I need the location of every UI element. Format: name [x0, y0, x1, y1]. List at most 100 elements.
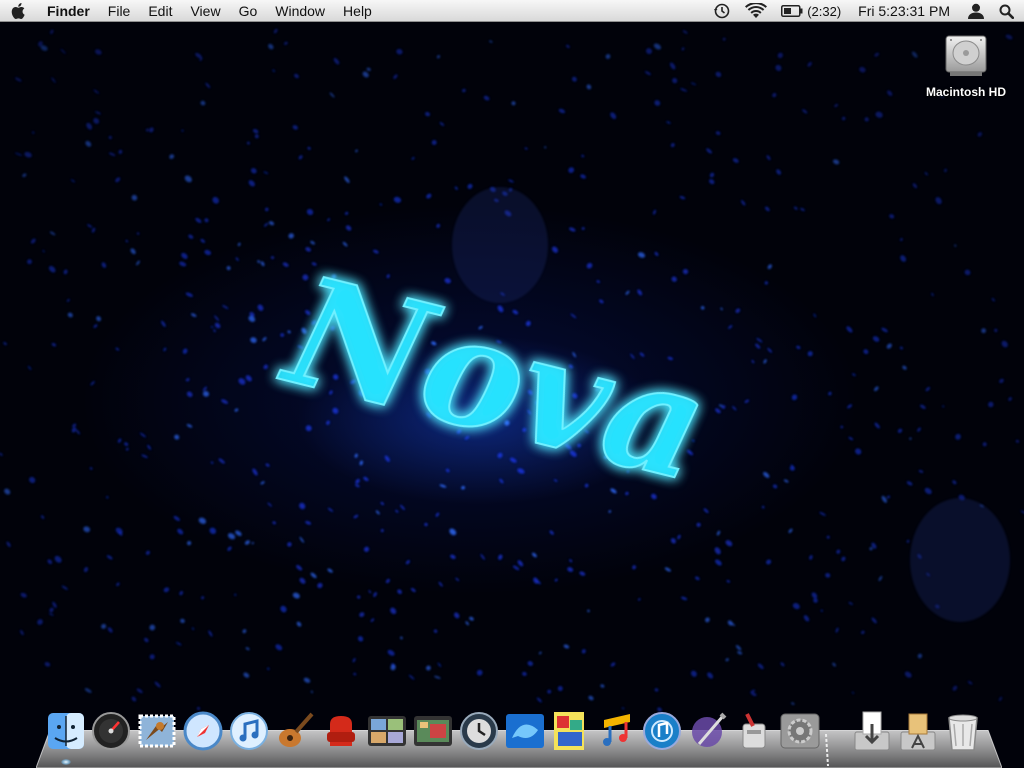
- dock-item-garageband[interactable]: [274, 710, 316, 752]
- rain-drop: [270, 256, 275, 260]
- rain-drop: [904, 671, 912, 678]
- rain-drop: [722, 37, 726, 41]
- rain-drop: [772, 484, 778, 489]
- clock[interactable]: Fri 5:23:31 PM: [848, 0, 960, 22]
- rain-drop: [303, 677, 311, 683]
- rain-drop: [29, 476, 36, 484]
- rain-drop: [186, 391, 193, 398]
- rain-drop: [400, 504, 405, 511]
- rain-drop: [954, 244, 957, 247]
- dock-item-photo-booth[interactable]: [412, 710, 454, 752]
- dock-item-screen-saver[interactable]: [504, 710, 546, 752]
- rain-drop: [735, 645, 742, 651]
- dock-item-script-editor[interactable]: [687, 710, 729, 752]
- time-machine-menu[interactable]: [706, 0, 738, 22]
- rain-drop: [362, 71, 369, 78]
- rain-drop: [131, 194, 138, 201]
- rain-drop: [605, 54, 611, 59]
- rain-drop: [6, 541, 11, 548]
- desktop[interactable]: Nova Finder File Edit View Go Window Hel…: [0, 0, 1024, 768]
- rain-drop: [461, 485, 465, 490]
- dock-item-applications[interactable]: [897, 710, 939, 752]
- dock-item-music-notes[interactable]: [596, 710, 638, 752]
- rain-drop: [355, 484, 360, 488]
- photo-booth-icon: [414, 716, 452, 746]
- dock-item-safari[interactable]: [182, 710, 224, 752]
- rain-drop: [180, 618, 185, 624]
- rain-drop: [847, 404, 853, 409]
- rain-drop: [919, 404, 926, 410]
- rain-drop: [967, 680, 973, 685]
- rain-drop: [435, 512, 440, 517]
- menu-go[interactable]: Go: [230, 0, 267, 22]
- rain-drop: [756, 337, 763, 343]
- dock-item-finder[interactable]: [45, 710, 87, 752]
- rain-drop: [125, 447, 129, 451]
- rain-drop: [130, 248, 136, 255]
- rain-drop: [22, 173, 27, 178]
- rain-drop: [352, 658, 356, 663]
- dock-item-time-machine[interactable]: [458, 710, 500, 752]
- rain-drop: [438, 581, 443, 587]
- rain-drop: [654, 688, 659, 692]
- apple-menu[interactable]: [0, 0, 38, 22]
- rain-drop: [63, 269, 68, 275]
- rain-drop: [527, 661, 533, 666]
- rain-drop: [245, 647, 250, 651]
- rain-drop: [836, 549, 841, 554]
- spotlight-button[interactable]: [992, 0, 1024, 22]
- rain-drop: [715, 408, 721, 414]
- wifi-menu[interactable]: [738, 0, 774, 22]
- rain-drop: [999, 378, 1004, 384]
- rain-drop: [424, 111, 431, 117]
- menu-help[interactable]: Help: [334, 0, 381, 22]
- dock-item-system-preferences[interactable]: [779, 710, 821, 752]
- menu-file[interactable]: File: [99, 0, 140, 22]
- rain-drop: [637, 252, 646, 258]
- rain-drop: [272, 521, 276, 525]
- dock-item-audio-player[interactable]: [641, 710, 683, 752]
- rain-drop: [218, 458, 225, 464]
- desktop-icon-macintosh-hd[interactable]: Macintosh HD: [918, 32, 1014, 99]
- rain-drop: [489, 40, 493, 43]
- rain-drop: [871, 617, 877, 624]
- rain-drop: [917, 427, 921, 432]
- rain-drop: [512, 565, 520, 571]
- menu-window[interactable]: Window: [266, 0, 334, 22]
- rain-drop: [803, 615, 810, 622]
- battery-menu[interactable]: (2:32): [774, 0, 848, 22]
- rain-drop: [342, 241, 348, 247]
- rain-drop: [450, 554, 456, 559]
- dock-item-automator[interactable]: [733, 710, 775, 752]
- rain-drop: [115, 177, 121, 183]
- rain-drop: [793, 206, 798, 210]
- rain-drop: [906, 481, 913, 486]
- fast-user-switch-menu[interactable]: [960, 0, 992, 22]
- rain-drop: [899, 346, 903, 350]
- rain-drop: [744, 399, 750, 403]
- rain-drop: [179, 261, 187, 267]
- rain-drop: [250, 337, 257, 343]
- rain-drop: [48, 613, 54, 616]
- rain-drop: [763, 471, 770, 478]
- dock-item-downloads[interactable]: [851, 710, 893, 752]
- rain-drop: [202, 386, 207, 392]
- dock-item-itunes[interactable]: [228, 710, 270, 752]
- rain-drop: [498, 554, 503, 560]
- dock-item-photo-collage[interactable]: [550, 710, 592, 752]
- dock-item-dashboard[interactable]: [90, 710, 132, 752]
- rain-drop: [872, 336, 880, 342]
- dock-item-trash[interactable]: [942, 710, 984, 752]
- dock-item-mail[interactable]: [136, 710, 178, 752]
- rain-drop: [707, 672, 714, 679]
- rain-drop: [177, 528, 184, 535]
- rain-drop: [87, 224, 93, 228]
- rain-drop: [757, 663, 764, 670]
- downloads-stack-icon: [854, 711, 890, 751]
- menu-view[interactable]: View: [181, 0, 229, 22]
- dock-item-spaces[interactable]: [366, 710, 408, 752]
- app-menu-finder[interactable]: Finder: [38, 0, 99, 22]
- menu-edit[interactable]: Edit: [139, 0, 181, 22]
- dock-item-front-row[interactable]: [320, 710, 362, 752]
- rain-drop: [878, 575, 883, 582]
